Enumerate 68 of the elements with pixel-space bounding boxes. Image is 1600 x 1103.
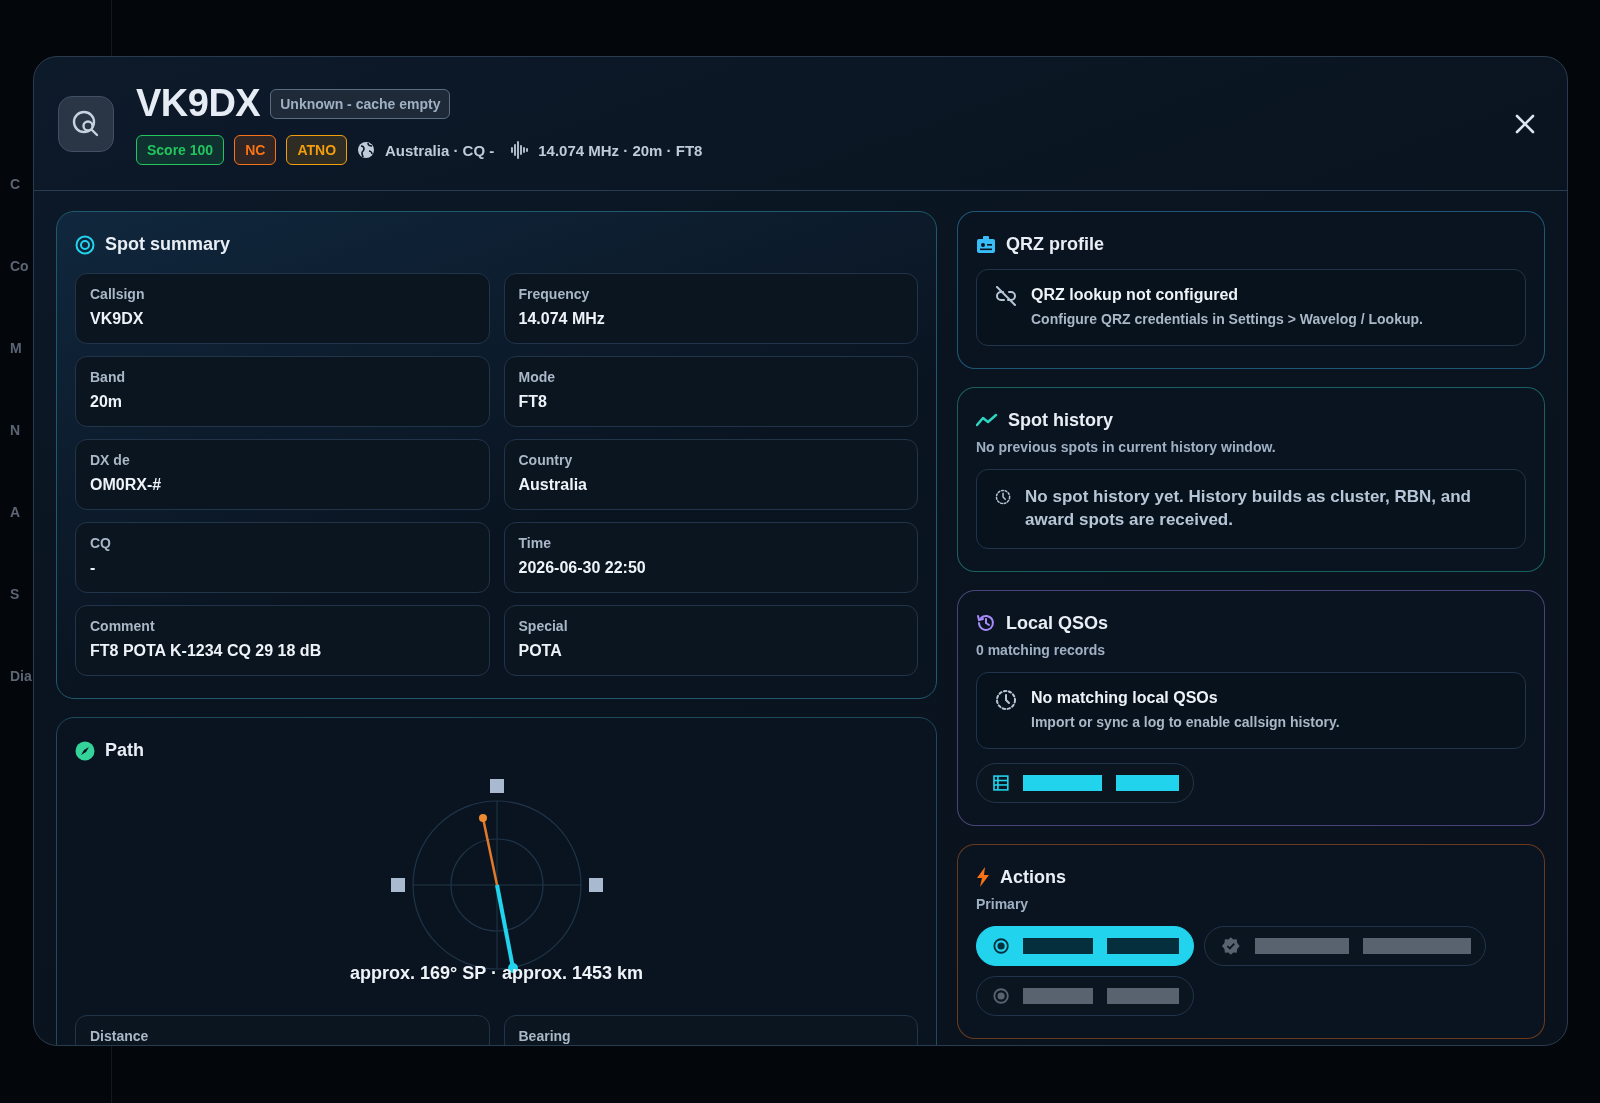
radio-icon	[993, 936, 1010, 955]
field-label: Country	[518, 452, 574, 468]
field-value: VK9DX	[90, 310, 145, 328]
verified-icon	[1221, 935, 1241, 956]
field-label: Mode	[518, 369, 557, 385]
field-label: Distance	[90, 1028, 150, 1044]
panel-subtitle: Primary	[976, 895, 1030, 912]
path-summary: approx. 169° SP · approx. 1453 km	[350, 963, 643, 984]
frequency-text: 14.074 MHz · 20m · FT8	[538, 141, 703, 159]
close-icon	[1514, 112, 1536, 135]
history-icon	[976, 613, 996, 634]
field-value: 20m	[90, 393, 124, 411]
clock-icon	[995, 688, 1017, 711]
field-value: -	[90, 559, 97, 577]
panel-subtitle: No previous spots in current history window.	[976, 438, 1277, 455]
notice-text: No spot history yet. History builds as cluster, RBN, and award spots are received.	[1025, 485, 1472, 531]
field-value: 14.074 MHz	[518, 310, 606, 328]
field-label: CQ	[90, 535, 112, 551]
action-button[interactable]	[976, 925, 1194, 966]
card-title: Spot summary	[105, 234, 231, 255]
field-label: Comment	[90, 618, 156, 634]
field-label: Callsign	[90, 286, 146, 302]
field-label: Time	[518, 535, 552, 551]
callsign-title: VK9DX	[136, 82, 261, 125]
sidebar-label: A	[10, 504, 22, 520]
sidebar-label: Co	[10, 258, 28, 274]
globe-icon	[357, 141, 376, 159]
panel-title: QRZ profile	[1006, 234, 1104, 255]
field-value: FT8	[518, 393, 548, 411]
field-value: Australia	[518, 476, 588, 494]
notice-text: Import or sync a log to enable callsign history.	[1031, 712, 1340, 732]
id-badge-icon	[976, 234, 996, 255]
field-value: FT8 POTA K-1234 CQ 29 18 dB	[90, 642, 323, 660]
field-label: Bearing	[518, 1028, 572, 1044]
status-badge: Unknown - cache empty	[270, 88, 451, 119]
field-label: Special	[518, 618, 569, 634]
notice-title: QRZ lookup not configured	[1031, 286, 1240, 304]
panel-title: Actions	[1000, 866, 1066, 888]
lightning-icon	[976, 867, 990, 888]
panel-title: Local QSOs	[1006, 612, 1109, 634]
target-icon	[75, 234, 95, 255]
radio-icon	[993, 986, 1010, 1005]
tag-badge: ATNO	[286, 135, 348, 165]
field-label: Frequency	[518, 286, 591, 302]
field-value: OM0RX-#	[90, 476, 163, 494]
panel-subtitle: 0 matching records	[976, 641, 1107, 658]
compass-icon	[75, 740, 95, 761]
field-label: Band	[90, 369, 126, 385]
table-icon	[993, 774, 1009, 791]
sidebar-label: C	[10, 176, 22, 192]
trend-line-icon	[976, 413, 998, 428]
panel-title: Spot history	[1008, 409, 1113, 431]
notice-title: No matching local QSOs	[1031, 688, 1219, 707]
field-label: DX de	[90, 452, 131, 468]
waveform-icon	[510, 141, 529, 159]
field-value: 2026-06-30 22:50	[518, 559, 647, 577]
sidebar-label: S	[10, 586, 21, 602]
open-log-button[interactable]	[976, 762, 1194, 803]
globe-search-icon	[71, 108, 101, 139]
card-title: Path	[105, 740, 144, 761]
unlink-icon	[995, 286, 1017, 306]
tag-badge: NC	[234, 135, 277, 165]
sidebar-label: N	[10, 422, 22, 438]
notice-text: Configure QRZ credentials in Settings > Wavelog / Lookup.	[1031, 310, 1423, 329]
field-value: POTA	[518, 642, 563, 660]
sidebar-label: M	[10, 340, 23, 356]
location-text: Australia · CQ -	[385, 141, 495, 159]
tag-badge: Score 100	[136, 135, 225, 165]
